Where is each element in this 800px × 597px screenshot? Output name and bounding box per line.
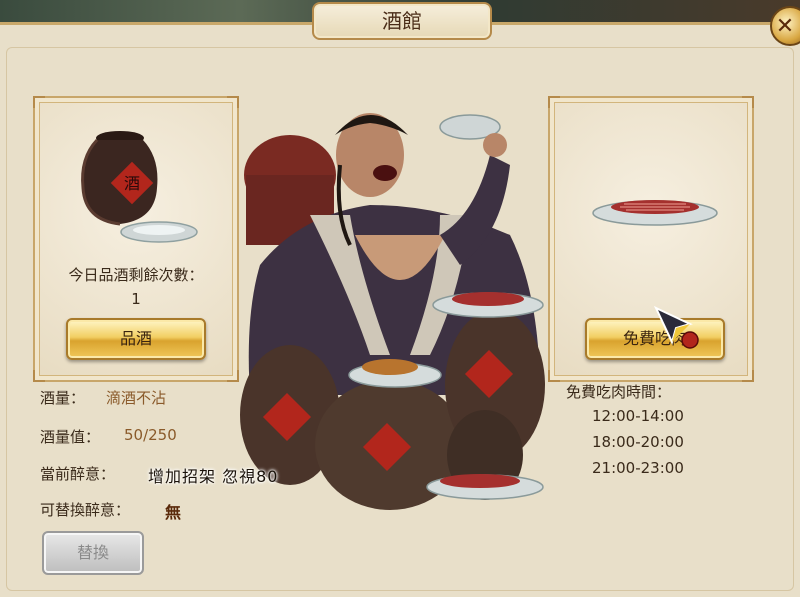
free-meat-card: 免費吃肉 — [548, 96, 754, 382]
replaceable-buff-value: 無 — [165, 503, 182, 522]
replace-button[interactable]: 替換 — [42, 531, 144, 575]
card-corner-ornament — [33, 96, 45, 108]
capacity-points-value: 50/250 — [124, 426, 177, 444]
card-corner-ornament — [742, 370, 754, 382]
wine-dish-icon — [120, 221, 198, 243]
wine-jar-icon: 酒 — [81, 131, 158, 226]
time-slot: 12:00-14:00 — [592, 407, 684, 425]
capacity-label: 酒量： — [40, 389, 86, 407]
remaining-drinks-value: 1 — [131, 290, 141, 308]
window-title: 酒館 — [312, 2, 492, 40]
free-meat-time-title: 免費吃肉時間： — [566, 383, 672, 401]
capacity-points-label: 酒量值： — [40, 428, 101, 446]
time-slot: 21:00-23:00 — [592, 459, 684, 477]
card-corner-ornament — [742, 96, 754, 108]
capacity-value: 滴酒不沾 — [106, 389, 167, 407]
card-corner-ornament — [33, 370, 45, 382]
wine-tasting-card: 酒 今日品酒剩餘次數： 1 品酒 — [33, 96, 239, 382]
svg-text:酒: 酒 — [124, 174, 140, 193]
card-corner-ornament — [227, 370, 239, 382]
taste-wine-button[interactable]: 品酒 — [66, 318, 206, 360]
remaining-drinks-label: 今日品酒剩餘次數： — [68, 266, 204, 284]
cursor-icon — [653, 305, 699, 349]
current-buff-value: 增加招架 忽視80 — [148, 467, 279, 486]
current-buff-label: 當前醉意： — [40, 465, 116, 483]
time-slot: 18:00-20:00 — [592, 433, 684, 451]
meat-plate-icon — [592, 200, 718, 226]
replaceable-buff-label: 可替換醉意： — [40, 501, 131, 519]
drinking-hero-illustration — [240, 113, 545, 510]
card-corner-ornament — [227, 96, 239, 108]
